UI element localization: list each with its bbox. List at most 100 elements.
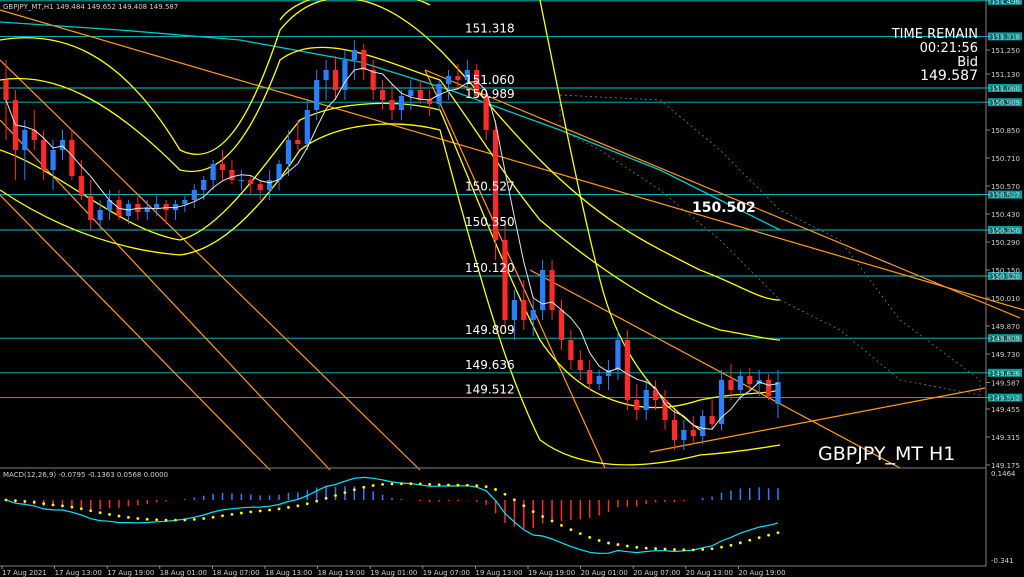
price-tick-label: 151.250 xyxy=(991,47,1020,55)
time-tick-label: 20 Aug 01:00 xyxy=(581,569,628,577)
candle-body xyxy=(681,430,687,440)
price-tick-label: 150.989 xyxy=(991,99,1020,107)
candle-body xyxy=(765,380,772,396)
price-tick-label: 150.290 xyxy=(991,239,1020,247)
candle-body xyxy=(408,90,414,96)
level-value-text: 149.809 xyxy=(465,323,515,337)
time-tick-label: 18 Aug 01:00 xyxy=(160,569,207,577)
candle-body xyxy=(314,80,320,110)
level-value-text: 151.318 xyxy=(465,21,515,35)
time-tick-label: 19 Aug 07:00 xyxy=(423,569,470,577)
macd-signal-dot xyxy=(447,483,450,487)
macd-signal-dot xyxy=(296,504,300,508)
macd-signal-dot xyxy=(61,504,64,508)
macd-signal-dot xyxy=(315,499,319,503)
time-tick-label: 17 Aug 13:00 xyxy=(55,569,102,577)
macd-signal-dot xyxy=(475,484,479,488)
macd-signal-dot xyxy=(239,511,243,515)
macd-signal-dot xyxy=(221,514,224,518)
price-tick-label: 149.730 xyxy=(991,351,1020,359)
macd-signal-dot xyxy=(371,484,375,487)
candle-body xyxy=(267,180,273,190)
price-tick-label: 149.315 xyxy=(991,434,1020,442)
macd-signal-dot xyxy=(673,548,676,551)
macd-signal-dot xyxy=(654,547,658,551)
candle-body xyxy=(634,400,640,410)
macd-signal-dot xyxy=(352,488,356,492)
candle-body xyxy=(50,150,56,170)
macd-signal-dot xyxy=(390,482,394,486)
candle-body xyxy=(41,140,47,170)
candle-body xyxy=(690,430,696,436)
macd-signal-dot xyxy=(343,491,347,495)
macd-signal-dot xyxy=(503,492,507,496)
macd-signal-dot xyxy=(98,511,102,515)
price-tick-label: 149.636 xyxy=(991,370,1020,378)
candle-body xyxy=(97,210,103,220)
macd-signal-dot xyxy=(249,510,253,514)
candle-body xyxy=(201,180,207,190)
candle-body xyxy=(445,76,452,84)
macd-signal-dot xyxy=(164,518,168,522)
candle-body xyxy=(427,100,433,104)
macd-signal-dot xyxy=(644,546,648,550)
candle-body xyxy=(521,300,527,320)
macd-signal-dot xyxy=(211,515,215,519)
time-tick-label: 18 Aug 19:00 xyxy=(318,569,365,577)
candle-body xyxy=(219,164,226,170)
candle-body xyxy=(3,80,9,100)
candle-body xyxy=(257,184,263,190)
bid-value: 149.587 xyxy=(920,68,978,84)
candle-body xyxy=(370,70,376,90)
time-tick-label: 19 Aug 01:00 xyxy=(370,569,417,577)
macd-signal-dot xyxy=(560,523,563,527)
macd-signal-dot xyxy=(324,496,328,500)
macd-signal-dot xyxy=(767,533,770,537)
level-value-text: 150.527 xyxy=(465,180,515,194)
time-tick-label: 20 Aug 19:00 xyxy=(738,569,785,577)
macd-signal-dot xyxy=(437,483,441,487)
candle-body xyxy=(398,96,405,110)
candle-body xyxy=(238,180,244,181)
macd-signal-dot xyxy=(635,545,639,549)
macd-signal-dot xyxy=(409,482,413,486)
macd-signal-dot xyxy=(616,543,620,546)
macd-signal-dot xyxy=(625,544,629,548)
candle-body xyxy=(577,360,583,370)
macd-signal-dot xyxy=(729,543,733,547)
candle-body xyxy=(154,204,160,208)
candle-body xyxy=(78,176,84,196)
price-tick-label: 151.130 xyxy=(991,71,1020,79)
macd-signal-dot xyxy=(155,518,159,522)
price-tick-label: 149.870 xyxy=(991,323,1020,331)
macd-signal-dot xyxy=(23,499,27,503)
macd-signal-dot xyxy=(268,508,272,512)
macd-signal-dot xyxy=(51,503,55,507)
macd-signal-dot xyxy=(70,505,74,509)
macd-signal-dot xyxy=(588,535,592,539)
price-chart[interactable]: 151.496151.318151.060150.989150.527150.3… xyxy=(0,0,1024,577)
price-tick-label: 150.430 xyxy=(991,211,1020,219)
candle-body xyxy=(351,50,357,60)
candle-body xyxy=(662,400,668,420)
candle-body xyxy=(502,240,508,320)
macd-signal-dot xyxy=(512,498,516,502)
time-tick-label: 18 Aug 07:00 xyxy=(212,569,259,577)
price-tick-label: 149.512 xyxy=(991,395,1020,403)
macd-signal-dot xyxy=(362,485,366,489)
macd-signal-dot xyxy=(108,513,111,516)
candle-body xyxy=(304,110,310,144)
macd-signal-dot xyxy=(522,504,526,508)
candle-body xyxy=(182,200,188,204)
macd-signal-dot xyxy=(597,539,601,542)
candle-body xyxy=(389,100,395,110)
macd-signal-dot xyxy=(550,519,554,523)
price-tick-label: 150.850 xyxy=(991,127,1020,135)
macd-signal-dot xyxy=(4,498,8,502)
macd-signal-dot xyxy=(757,536,761,540)
candle-body xyxy=(248,180,254,184)
macd-signal-dot xyxy=(381,482,384,486)
candle-body xyxy=(775,382,781,404)
level-value-text: 150.120 xyxy=(465,261,515,275)
macd-signal-dot xyxy=(738,541,742,545)
